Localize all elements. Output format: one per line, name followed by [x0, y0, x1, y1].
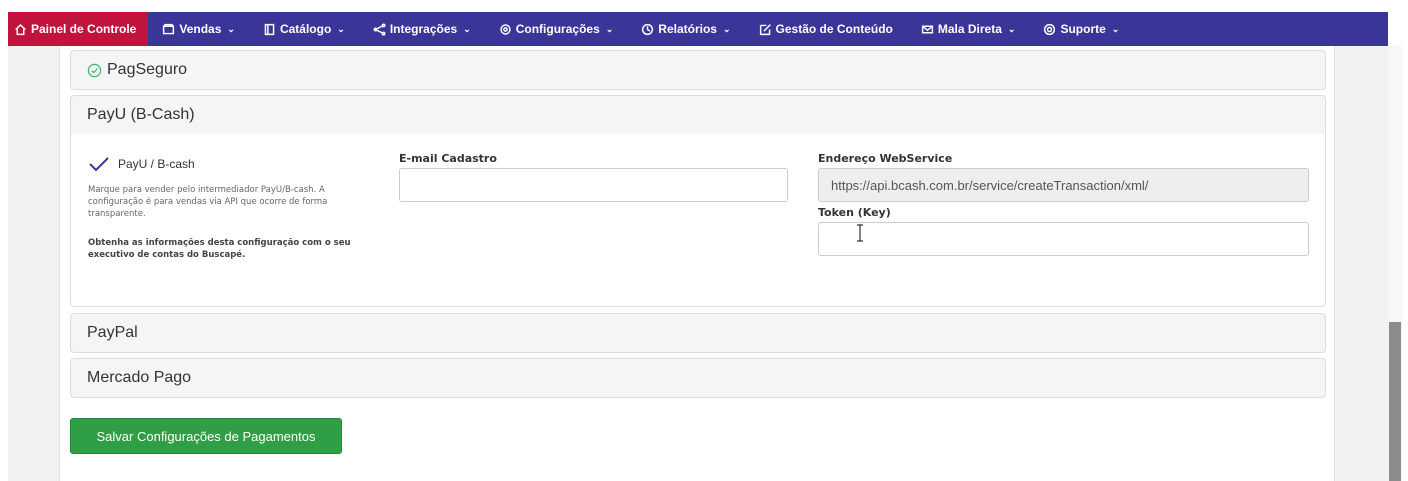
check-icon	[89, 157, 109, 172]
scrollbar-thumb[interactable]	[1389, 322, 1401, 481]
panel-title: PagSeguro	[107, 61, 188, 78]
nav-item-label: Vendas	[179, 22, 222, 36]
chevron-down-icon: ⌄	[337, 23, 345, 34]
check-circle-icon	[87, 63, 102, 77]
nav-item-painel-de-controle[interactable]: Painel de Controle	[8, 12, 149, 46]
nav-item-label: Painel de Controle	[31, 22, 137, 36]
panel-paypal[interactable]: PayPal	[70, 313, 1326, 353]
nav-item-label: Relatórios	[658, 22, 717, 36]
nav-item-label: Gestão de Conteúdo	[775, 22, 893, 36]
nav-item-mala-direta[interactable]: Mala Direta ⌄	[907, 12, 1030, 46]
token-key-input[interactable]	[818, 222, 1309, 256]
edit-icon	[759, 23, 771, 35]
save-payment-settings-button[interactable]: Salvar Configurações de Pagamentos	[70, 418, 342, 454]
email-cadastro-label: E-mail Cadastro	[399, 152, 497, 165]
payu-enable-toggle[interactable]: PayU / B-cash	[88, 155, 195, 173]
top-navigation-bar: Painel de Controle Vendas ⌄ Catálogo ⌄ I…	[8, 12, 1388, 46]
nav-item-gestao-de-conteudo[interactable]: Gestão de Conteúdo	[745, 12, 907, 46]
chevron-down-icon: ⌄	[1111, 23, 1120, 34]
email-cadastro-input[interactable]	[399, 168, 788, 202]
panel-title: PayU (B-Cash)	[87, 106, 195, 123]
chevron-down-icon: ⌄	[463, 23, 471, 34]
nav-item-configuracoes[interactable]: Configurações ⌄	[485, 12, 628, 46]
book-icon	[264, 23, 275, 35]
chevron-down-icon: ⌄	[605, 23, 614, 34]
chevron-down-icon: ⌄	[227, 23, 235, 34]
webservice-label: Endereço WebService	[818, 152, 953, 165]
panel-mercado-pago[interactable]: Mercado Pago	[70, 358, 1326, 398]
lifebuoy-icon	[1044, 23, 1056, 35]
chevron-down-icon: ⌄	[722, 23, 731, 34]
gear-icon	[500, 23, 511, 35]
nav-item-catalogo[interactable]: Catálogo ⌄	[249, 12, 359, 46]
nav-item-vendas[interactable]: Vendas ⌄	[148, 12, 249, 46]
nav-item-relatorios[interactable]: Relatórios ⌄	[627, 12, 744, 46]
share-icon	[373, 22, 386, 36]
panel-payu[interactable]: PayU (B-Cash)	[70, 95, 1326, 135]
chevron-down-icon: ⌄	[1007, 23, 1016, 34]
nav-item-label: Suporte	[1060, 22, 1106, 36]
clock-icon	[642, 23, 654, 35]
bag-icon	[163, 23, 175, 34]
token-key-label: Token (Key)	[818, 206, 891, 219]
webservice-input[interactable]	[818, 168, 1309, 202]
text-cursor-icon	[857, 224, 863, 242]
payu-method-label: PayU / B-cash	[118, 157, 195, 171]
home-icon	[15, 23, 26, 35]
panel-title: Mercado Pago	[87, 369, 192, 386]
payu-description: Marque para vender pelo intermediador Pa…	[88, 185, 328, 219]
mail-icon	[921, 25, 933, 33]
nav-item-suporte[interactable]: Suporte ⌄	[1029, 12, 1133, 46]
nav-item-label: Configurações	[515, 22, 600, 36]
nav-item-label: Mala Direta	[937, 22, 1002, 36]
nav-item-label: Integrações	[389, 22, 458, 36]
nav-item-label: Catálogo	[279, 22, 332, 36]
nav-item-integracoes[interactable]: Integrações ⌄	[359, 12, 485, 46]
panel-payu-body	[70, 134, 1326, 307]
panel-title: PayPal	[87, 324, 138, 341]
panel-pagseguro[interactable]: PagSeguro	[70, 50, 1326, 90]
payu-description-bold: Obtenha as informações desta configuraçã…	[88, 238, 351, 260]
